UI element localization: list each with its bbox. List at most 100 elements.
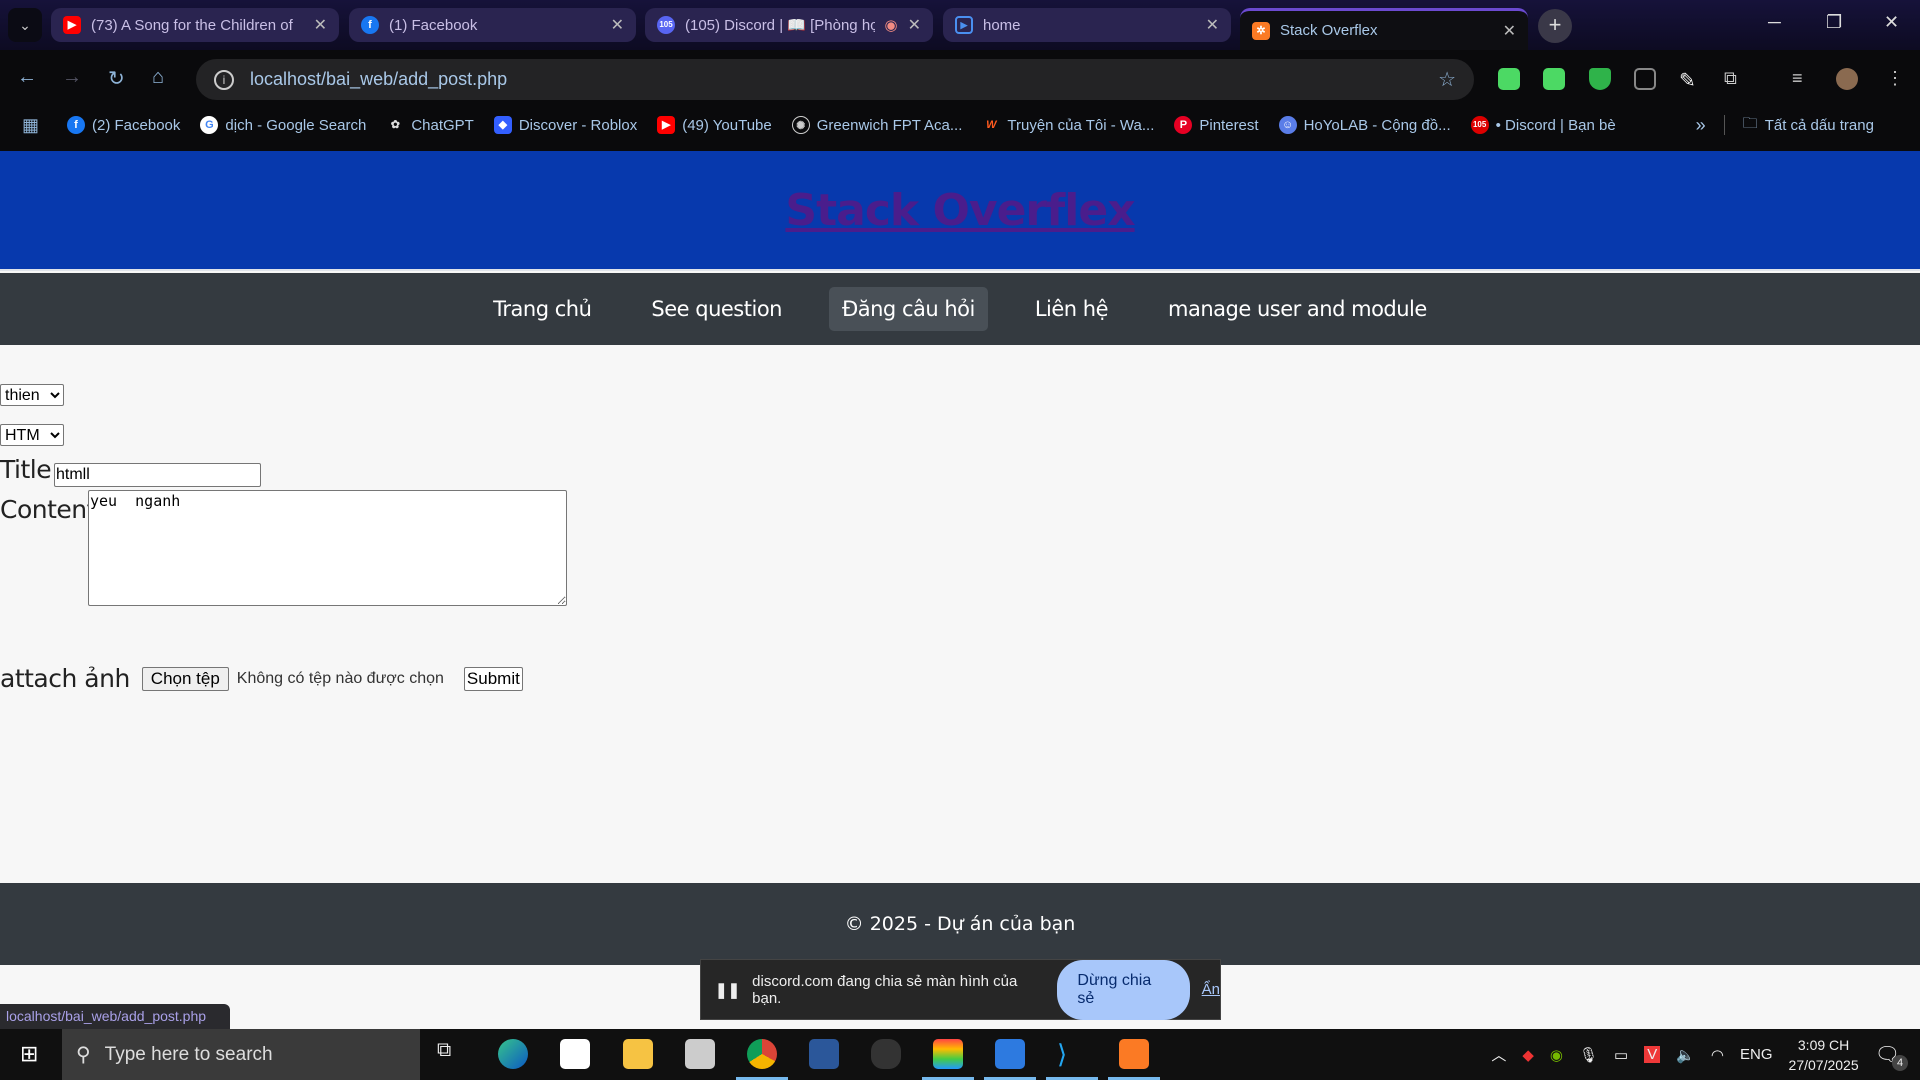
- volume-icon[interactable]: 🔈: [1676, 1046, 1695, 1064]
- rp-icon[interactable]: [995, 1039, 1025, 1069]
- media-controls-icon[interactable]: ≡: [1792, 68, 1814, 90]
- microphone-icon[interactable]: 🎙: [1579, 1046, 1598, 1064]
- extension-icon[interactable]: [1498, 68, 1520, 90]
- content-label: Content: [0, 495, 96, 524]
- greenwich-icon: ✺: [791, 116, 810, 134]
- discord-icon: 105: [1470, 116, 1489, 134]
- bookmark-pinterest[interactable]: P Pinterest: [1174, 116, 1259, 134]
- new-tab-button[interactable]: +: [1538, 9, 1572, 43]
- chrome-icon[interactable]: [747, 1039, 777, 1069]
- vivaldi-icon[interactable]: V: [1644, 1046, 1661, 1063]
- battery-icon[interactable]: ▭: [1614, 1046, 1628, 1064]
- close-tab-icon[interactable]: ✕: [908, 15, 921, 35]
- vscode-icon[interactable]: ⟩: [1057, 1039, 1087, 1069]
- extension-icon[interactable]: [1634, 68, 1656, 90]
- menu-icon[interactable]: ⋮: [1886, 68, 1908, 90]
- youtube-icon: ▶: [63, 16, 81, 34]
- tab-stack-overflex[interactable]: ✲ Stack Overflex ✕: [1240, 8, 1528, 50]
- url-text[interactable]: localhost/bai_web/add_post.php: [250, 69, 1422, 90]
- xampp-icon[interactable]: [1119, 1039, 1149, 1069]
- bookmark-wattpad[interactable]: W Truyện của Tôi - Wa...: [982, 116, 1154, 134]
- store-icon[interactable]: [560, 1039, 590, 1069]
- content-textarea[interactable]: yeu nganh: [88, 490, 567, 606]
- module-select[interactable]: HTM: [0, 424, 64, 446]
- pen-extension-icon[interactable]: ✎: [1679, 68, 1701, 92]
- more-bookmarks-icon[interactable]: »: [1696, 115, 1706, 136]
- bookmark-discord[interactable]: 105 • Discord | Bạn bè: [1470, 116, 1616, 134]
- browser-chrome: ⌄ ▶ (73) A Song for the Children of ✕ f (1)…: [0, 0, 1920, 151]
- clock[interactable]: 3:09 CH 27/07/2025: [1789, 1035, 1859, 1075]
- tab-youtube[interactable]: ▶ (73) A Song for the Children of ✕: [51, 8, 339, 42]
- facebook-icon: f: [67, 116, 86, 134]
- discord-icon: 105: [657, 16, 675, 34]
- bookmark-chatgpt[interactable]: ✿ ChatGPT: [386, 116, 474, 134]
- user-select[interactable]: thien: [0, 384, 64, 406]
- mouse-app-icon[interactable]: [871, 1039, 901, 1069]
- bookmark-roblox[interactable]: ◆ Discover - Roblox: [493, 116, 637, 134]
- back-icon[interactable]: ←: [17, 66, 37, 89]
- show-hidden-icons[interactable]: ︿: [1491, 1044, 1506, 1065]
- file-explorer-icon[interactable]: [623, 1039, 653, 1069]
- bookmark-facebook[interactable]: f (2) Facebook: [67, 116, 180, 134]
- play-icon: ▶: [955, 16, 973, 34]
- language-indicator[interactable]: ENG: [1740, 1046, 1773, 1063]
- task-view-icon[interactable]: ⧉: [437, 1039, 467, 1069]
- status-bar-url: localhost/bai_web/add_post.php: [0, 1004, 230, 1029]
- minimize-button[interactable]: ─: [1768, 12, 1781, 33]
- app-icon[interactable]: [685, 1039, 715, 1069]
- bluestacks-icon[interactable]: [933, 1039, 963, 1069]
- bookmark-google[interactable]: Gdịch - Google Search: [200, 116, 366, 134]
- extension-icon[interactable]: [1543, 68, 1565, 90]
- attach-row: attach ảnh Chọn tệp Không có tệp nào đượ…: [0, 664, 523, 693]
- apps-grid-icon[interactable]: ▦: [22, 115, 39, 136]
- taskbar-search[interactable]: ⚲ Type here to search: [62, 1029, 420, 1080]
- roblox-icon: ◆: [493, 116, 512, 134]
- address-bar[interactable]: i localhost/bai_web/add_post.php ☆: [196, 59, 1474, 100]
- close-tab-icon[interactable]: ✕: [611, 15, 624, 35]
- nav-contact[interactable]: Liên hệ: [1022, 287, 1121, 331]
- close-tab-icon[interactable]: ✕: [1206, 15, 1219, 35]
- stop-sharing-button[interactable]: Dừng chia sẻ: [1057, 959, 1190, 1020]
- wifi-icon[interactable]: ◠: [1711, 1046, 1724, 1064]
- taskbar: ⊞ ⚲ Type here to search ⧉ ⟩ ︿ ◆ ◉ 🎙 ▭ V …: [0, 1029, 1920, 1080]
- tab-discord[interactable]: 105 (105) Discord | 📖 [Phòng học ◉ ✕: [645, 8, 933, 42]
- nav-see-question[interactable]: See question: [638, 287, 795, 331]
- footer-text: © 2025 - Dự án của bạn: [844, 913, 1076, 935]
- all-bookmarks-button[interactable]: 🗀 Tất cả dấu trang: [1743, 113, 1874, 138]
- tab-search-button[interactable]: ⌄: [8, 8, 42, 42]
- shield-extension-icon[interactable]: [1589, 68, 1611, 90]
- submit-button[interactable]: Submit: [463, 666, 523, 691]
- site-info-icon[interactable]: i: [214, 69, 234, 90]
- bookmark-hoyolab[interactable]: ☺ HoYoLAB - Cộng đồ...: [1278, 116, 1451, 134]
- app-tray-icon[interactable]: ◆: [1522, 1046, 1534, 1064]
- site-title-link[interactable]: Stack Overflex: [785, 185, 1135, 236]
- tab-home[interactable]: ▶ home ✕: [943, 8, 1231, 42]
- profile-avatar[interactable]: [1836, 68, 1858, 90]
- forward-icon[interactable]: →: [62, 66, 82, 89]
- choose-file-button[interactable]: Chọn tệp: [141, 666, 229, 691]
- chatgpt-icon: ✿: [390, 119, 400, 131]
- home-icon[interactable]: ⌂: [152, 66, 164, 89]
- restore-button[interactable]: ❐: [1826, 12, 1842, 33]
- nav-manage[interactable]: manage user and module: [1155, 287, 1440, 331]
- notifications-icon[interactable]: 🗨 4: [1875, 1042, 1908, 1071]
- nvidia-icon[interactable]: ◉: [1550, 1046, 1563, 1064]
- title-input[interactable]: [54, 463, 261, 487]
- bookmark-youtube[interactable]: ▶ (49) YouTube: [657, 116, 772, 134]
- extensions-puzzle-icon[interactable]: ⧉: [1724, 68, 1746, 90]
- bookmark-star-icon[interactable]: ☆: [1438, 67, 1456, 92]
- site-footer: © 2025 - Dự án của bạn: [0, 883, 1920, 965]
- windows-start-icon[interactable]: ⊞: [20, 1041, 38, 1067]
- bookmark-greenwich[interactable]: ✺ Greenwich FPT Aca...: [791, 116, 962, 134]
- close-tab-icon[interactable]: ✕: [1503, 21, 1516, 41]
- tab-facebook[interactable]: f (1) Facebook ✕: [349, 8, 636, 42]
- reload-icon[interactable]: ↻: [108, 66, 125, 91]
- close-tab-icon[interactable]: ✕: [314, 15, 327, 35]
- edge-icon[interactable]: [498, 1039, 528, 1069]
- word-icon[interactable]: [809, 1039, 839, 1069]
- close-window-button[interactable]: ✕: [1884, 12, 1899, 33]
- pause-icon: ❚❚: [715, 981, 741, 999]
- hide-banner-link[interactable]: Ẩn: [1202, 981, 1220, 998]
- nav-post-question[interactable]: Đăng câu hỏi: [828, 287, 988, 331]
- nav-home[interactable]: Trang chủ: [480, 287, 604, 331]
